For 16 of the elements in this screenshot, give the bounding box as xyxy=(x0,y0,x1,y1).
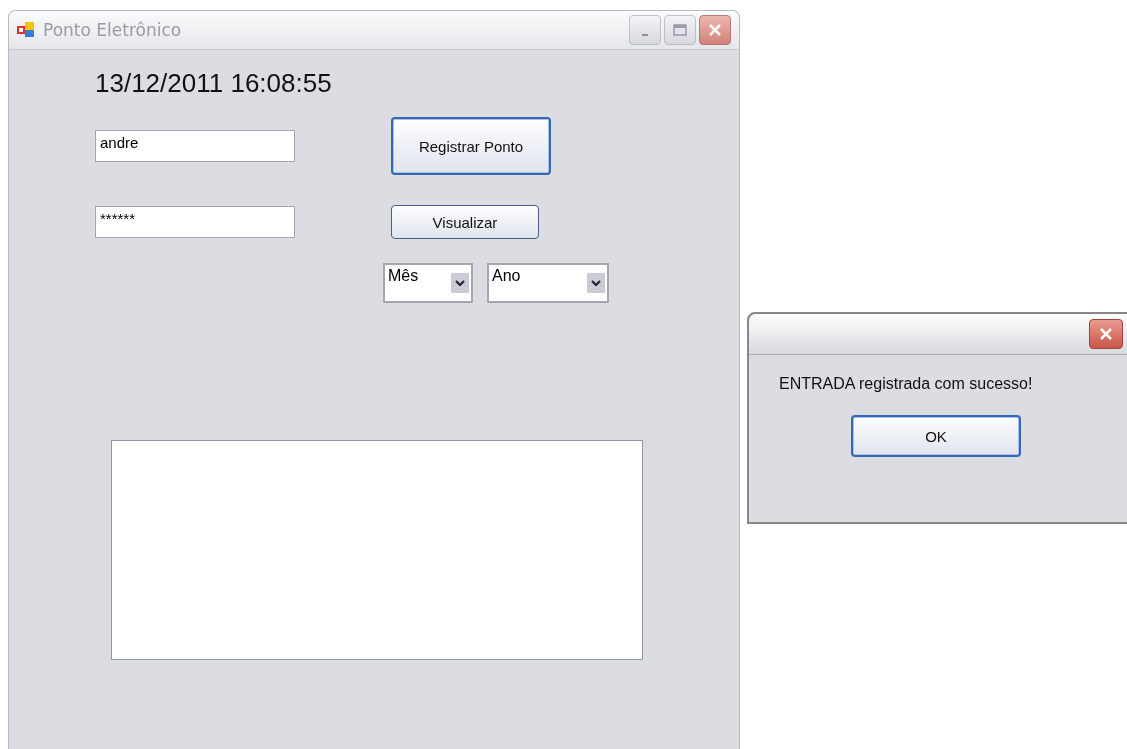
message-text: ENTRADA registrada com sucesso! xyxy=(779,375,1033,393)
close-button[interactable] xyxy=(1089,319,1123,349)
view-button[interactable]: Visualizar xyxy=(391,205,539,239)
ok-button[interactable]: OK xyxy=(851,415,1021,457)
username-field[interactable]: andre xyxy=(95,130,295,162)
close-icon xyxy=(708,23,722,37)
close-icon xyxy=(1099,327,1113,341)
maximize-icon xyxy=(673,24,687,36)
dropdown[interactable]: Ano xyxy=(487,263,609,303)
register-button[interactable]: Registrar Ponto xyxy=(391,117,551,175)
app-icon xyxy=(17,22,35,38)
password-field[interactable]: ****** xyxy=(95,206,295,238)
dropdown[interactable]: Mês xyxy=(383,263,473,303)
minimize-icon xyxy=(642,34,648,36)
window-title: Ponto Eletrônico xyxy=(43,20,182,40)
date-time-label: 13/12/2011 16:08:55 xyxy=(95,68,333,99)
